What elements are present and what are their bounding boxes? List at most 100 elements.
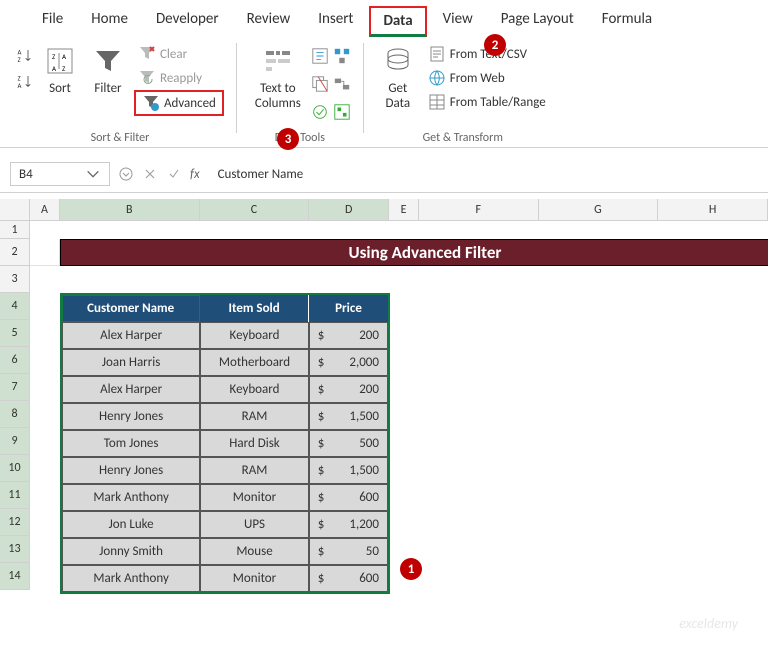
table-cell[interactable]: $500: [309, 430, 388, 457]
sort-button[interactable]: ZAAZ Sort: [38, 43, 82, 98]
row-header-11[interactable]: 11: [0, 482, 30, 509]
advanced-icon: [142, 94, 160, 112]
watermark: exceldemy: [679, 615, 738, 632]
col-header-E[interactable]: E: [389, 199, 419, 221]
table-cell[interactable]: $2,000: [309, 349, 388, 376]
tab-view[interactable]: View: [431, 6, 485, 35]
tab-review[interactable]: Review: [235, 6, 303, 35]
table-cell[interactable]: Motherboard: [200, 349, 309, 376]
row-header-1[interactable]: 1: [0, 221, 30, 239]
table-cell[interactable]: RAM: [200, 403, 309, 430]
row-header-14[interactable]: 14: [0, 563, 30, 590]
table-cell[interactable]: UPS: [200, 511, 309, 538]
table-cell[interactable]: $1,500: [309, 457, 388, 484]
select-all-corner[interactable]: [0, 199, 30, 221]
col-header-F[interactable]: F: [419, 199, 539, 221]
from-table-button[interactable]: From Table/Range: [424, 91, 550, 113]
table-cell[interactable]: $50: [309, 538, 388, 565]
table-cell[interactable]: Hard Disk: [200, 430, 309, 457]
table-cell[interactable]: Jon Luke: [62, 511, 200, 538]
table-cell[interactable]: $1,200: [309, 511, 388, 538]
row-header-4[interactable]: 4: [0, 293, 30, 320]
annotation-1: 1: [400, 558, 422, 580]
table-cell[interactable]: Mark Anthony: [62, 565, 200, 592]
sort-az-icon[interactable]: AZ: [16, 47, 34, 65]
formula-value[interactable]: Customer Name: [208, 167, 758, 182]
table-cell[interactable]: Monitor: [200, 484, 309, 511]
row-header-10[interactable]: 10: [0, 455, 30, 482]
tab-data[interactable]: Data: [369, 6, 426, 37]
text-to-columns-button[interactable]: Text to Columns: [249, 43, 307, 113]
row-header-12[interactable]: 12: [0, 509, 30, 536]
dropdown-icon[interactable]: [118, 166, 134, 182]
clear-icon: [138, 45, 156, 63]
table-cell[interactable]: Keyboard: [200, 322, 309, 349]
text-to-columns-icon: [262, 45, 294, 77]
reapply-button: Reapply: [134, 67, 224, 89]
enter-icon[interactable]: [166, 166, 182, 182]
flash-fill-icon[interactable]: [311, 47, 329, 65]
row-header-13[interactable]: 13: [0, 536, 30, 563]
get-data-button[interactable]: Get Data: [376, 43, 420, 113]
from-web-button[interactable]: From Web: [424, 67, 550, 89]
table-cell[interactable]: Monitor: [200, 565, 309, 592]
tab-pagelayout[interactable]: Page Layout: [489, 6, 586, 35]
table-cell[interactable]: Alex Harper: [62, 322, 200, 349]
table-cell[interactable]: Keyboard: [200, 376, 309, 403]
table-cell[interactable]: $600: [309, 484, 388, 511]
advanced-button[interactable]: Advanced: [134, 90, 224, 116]
validation-icon[interactable]: [311, 103, 329, 121]
table-cell[interactable]: $200: [309, 322, 388, 349]
table-header[interactable]: Item Sold: [200, 295, 309, 322]
ribbon-tabs: File Home Developer Review Insert Data V…: [0, 0, 768, 35]
clear-button: Clear: [134, 43, 224, 65]
manage-model-icon[interactable]: [333, 103, 351, 121]
table-cell[interactable]: Tom Jones: [62, 430, 200, 457]
col-header-H[interactable]: H: [658, 199, 768, 221]
tab-home[interactable]: Home: [79, 6, 140, 35]
name-box[interactable]: B4: [10, 162, 110, 186]
svg-text:Z: Z: [18, 56, 21, 64]
row-header-9[interactable]: 9: [0, 428, 30, 455]
table-header[interactable]: Price: [309, 295, 388, 322]
spreadsheet-grid: ABCDEFGH 1234567891011121314 Using Advan…: [0, 199, 768, 221]
table-cell[interactable]: Mark Anthony: [62, 484, 200, 511]
relations-icon[interactable]: [333, 75, 351, 93]
chevron-down-icon[interactable]: [85, 166, 101, 182]
table-cell[interactable]: Mouse: [200, 538, 309, 565]
remove-dup-icon[interactable]: [311, 75, 329, 93]
table-cell[interactable]: $600: [309, 565, 388, 592]
row-header-3[interactable]: 3: [0, 266, 30, 293]
table-icon: [428, 93, 446, 111]
table-cell[interactable]: Alex Harper: [62, 376, 200, 403]
col-header-C[interactable]: C: [200, 199, 310, 221]
consolidate-icon[interactable]: [333, 47, 351, 65]
table-cell[interactable]: $1,500: [309, 403, 388, 430]
table-header[interactable]: Customer Name: [62, 295, 200, 322]
col-header-G[interactable]: G: [539, 199, 659, 221]
fx-icon[interactable]: fх: [190, 167, 200, 182]
tab-developer[interactable]: Developer: [144, 6, 231, 35]
row-header-2[interactable]: 2: [0, 239, 30, 266]
sort-za-icon[interactable]: ZA: [16, 73, 34, 91]
col-header-D[interactable]: D: [309, 199, 389, 221]
table-cell[interactable]: Henry Jones: [62, 403, 200, 430]
table-cell[interactable]: $200: [309, 376, 388, 403]
cancel-icon[interactable]: [142, 166, 158, 182]
row-header-6[interactable]: 6: [0, 347, 30, 374]
table-cell[interactable]: RAM: [200, 457, 309, 484]
col-header-B[interactable]: B: [60, 199, 200, 221]
tab-file[interactable]: File: [30, 6, 75, 35]
row-header-8[interactable]: 8: [0, 401, 30, 428]
row-header-7[interactable]: 7: [0, 374, 30, 401]
filter-icon: [92, 45, 124, 77]
table-cell[interactable]: Henry Jones: [62, 457, 200, 484]
col-header-A[interactable]: A: [30, 199, 60, 221]
annotation-3: 3: [277, 128, 299, 150]
tab-insert[interactable]: Insert: [306, 6, 365, 35]
tab-formula[interactable]: Formula: [590, 6, 664, 35]
table-cell[interactable]: Joan Harris: [62, 349, 200, 376]
row-header-5[interactable]: 5: [0, 320, 30, 347]
table-cell[interactable]: Jonny Smith: [62, 538, 200, 565]
filter-button[interactable]: Filter: [86, 43, 130, 98]
